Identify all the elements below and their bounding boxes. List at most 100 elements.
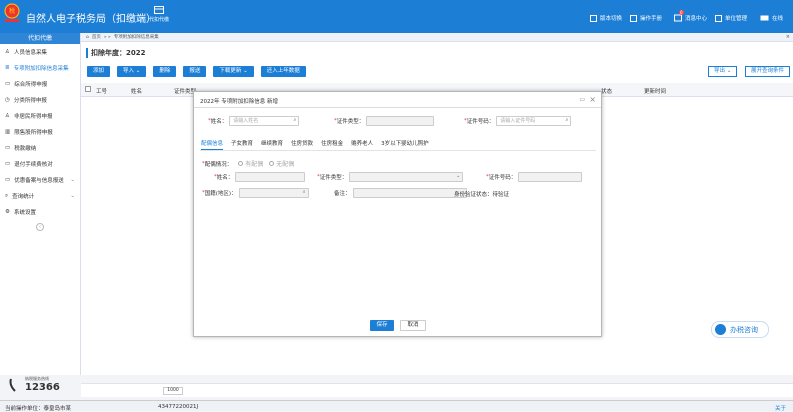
search-icon: ⌕ — [565, 117, 569, 123]
search-icon: ⌕ — [302, 189, 306, 195]
toolbar-label: 代扣代缴 — [148, 17, 169, 23]
spouse-id-number-input[interactable] — [518, 172, 583, 182]
manual-button[interactable]: 操作手册 — [630, 14, 662, 22]
sidebar-item[interactable]: ♙ 人员信息采集 — [0, 44, 80, 60]
sidebar-item-label: 限售股所得申报 — [14, 130, 53, 136]
save-button[interactable]: 保存 — [370, 320, 394, 331]
sidebar-item-label: 专项附加扣除信息采集 — [13, 66, 69, 72]
download-button[interactable]: 下载更新 ⌄ — [213, 66, 254, 77]
tab-infant[interactable]: 3岁以下婴幼儿照护 — [381, 139, 429, 150]
svg-text:税: 税 — [9, 7, 15, 15]
close-icon[interactable]: × — [589, 95, 596, 104]
dialog-title: 2022年 专项附加扣除信息 新增 — [200, 99, 278, 105]
collapse-icon[interactable]: ‹ — [36, 223, 44, 231]
tab-mortgage[interactable]: 住房贷款 — [291, 139, 313, 150]
sidebar-item[interactable]: ▭ 税款缴纳 — [0, 140, 80, 156]
sidebar-item[interactable]: ⚙ 系统设置 — [0, 204, 80, 220]
sidebar-item[interactable]: ▥ 限售股所得申报 — [0, 124, 80, 140]
chart-icon: ▥ — [5, 129, 11, 135]
sidebar-item[interactable]: ⌕ 查询统计 ⌄ — [0, 188, 80, 204]
col-header: 更新时间 — [644, 89, 667, 95]
sidebar-item[interactable]: ≣ 专项附加扣除信息采集 — [0, 60, 80, 76]
verify-status: 身份验证状态：待验证 — [454, 192, 510, 198]
add-button[interactable]: 添加 — [87, 66, 111, 77]
sidebar-item-label: 查询统计 — [12, 194, 35, 200]
submit-button[interactable]: 报送 — [183, 66, 207, 77]
hotline: 纳税服务热线 12366 — [8, 376, 60, 393]
hotline-icon — [9, 378, 16, 392]
mail-icon — [674, 14, 682, 22]
sidebar-item-label: 人员信息采集 — [13, 50, 47, 56]
remark-input[interactable] — [352, 188, 467, 198]
delete-button[interactable]: 删除 — [153, 66, 177, 77]
monitor-icon — [760, 15, 769, 20]
tab-elderly[interactable]: 赡养老人 — [351, 139, 373, 150]
sidebar-item[interactable]: ◷ 分类所得申报 — [0, 92, 80, 108]
person-icon: ♙ — [5, 113, 10, 119]
col-header: 姓名 — [131, 89, 143, 95]
switch-icon — [590, 14, 597, 22]
building-icon — [715, 14, 722, 22]
search-icon: ⌕ — [5, 192, 9, 199]
breadcrumb: ⌂ 首页 » » 专项附加扣除信息采集 × — [81, 33, 793, 42]
tab-bar: 配偶信息 子女教育 继续教育 住房贷款 住房租金 赡养老人 3岁以下婴幼儿照护 — [201, 139, 429, 150]
online-status[interactable]: 在线 — [760, 14, 783, 22]
tab-rent[interactable]: 住房租金 — [321, 139, 343, 150]
app-title: 自然人电子税务局（扣缴端） — [26, 14, 156, 25]
close-tab-icon[interactable]: × — [786, 34, 790, 40]
spouse-id-type-select[interactable]: ⌄ — [349, 172, 464, 182]
sidebar-item-label: 非居民所得申报 — [13, 114, 53, 120]
sidebar-item[interactable]: ▭ 退付手续费核对 — [0, 156, 80, 172]
export-button[interactable]: 导出 ⌄ — [708, 66, 738, 77]
doc-icon: ▭ — [5, 161, 11, 167]
sidebar-item-label: 系统设置 — [13, 210, 36, 216]
maximize-icon[interactable]: ▭ — [579, 96, 585, 103]
radio-no-spouse[interactable] — [269, 161, 275, 166]
sidebar-item-label: 税款缴纳 — [14, 146, 37, 152]
unit-manage-button[interactable]: 单位管理 — [715, 14, 747, 22]
book-icon — [630, 14, 637, 22]
sidebar-item[interactable]: ▭ 综合所得申报 — [0, 76, 80, 92]
chevron-down-icon: ⌄ — [456, 173, 461, 179]
chevron-down-icon: ⌄ — [70, 177, 75, 183]
cancel-button[interactable]: 取消 — [400, 320, 426, 331]
pager: 1000 — [81, 383, 793, 397]
gear-icon: ⚙ — [5, 209, 10, 215]
tab-children[interactable]: 子女教育 — [231, 139, 253, 150]
import-button[interactable]: 导入 ⌄ — [117, 66, 147, 77]
person-icon: ♙ — [5, 49, 10, 55]
select-all-checkbox[interactable] — [85, 86, 91, 92]
message-center-button[interactable]: 0 消息中心 — [674, 10, 707, 22]
expand-query-button[interactable]: 展开查询条件 — [745, 66, 791, 77]
chevron-down-icon: ⌄ — [70, 193, 75, 199]
page-title: 扣除年度：2022 — [86, 48, 145, 58]
tab-spouse[interactable]: 配偶信息 — [201, 139, 224, 150]
doc-icon: ▭ — [5, 145, 11, 151]
id-number-input[interactable]: 请输入证件号码 ⌕ — [496, 116, 572, 126]
carry-forward-button[interactable]: 还入上年数据 — [260, 66, 306, 77]
radio-has-spouse[interactable] — [238, 161, 244, 166]
tab-continuing-edu[interactable]: 继续教育 — [261, 139, 283, 150]
breadcrumb-home[interactable]: 首页 — [92, 34, 101, 40]
page-size-select[interactable]: 1000 — [163, 387, 183, 395]
tax-id: 43477220021J — [158, 404, 199, 410]
name-input[interactable]: 请输入姓名 ⌕ — [229, 116, 300, 126]
search-icon: ⌕ — [293, 117, 297, 123]
add-dialog: 2022年 专项附加扣除信息 新增 ▭ × * 姓名： 请输入姓名 ⌕ * 证件类型： … — [193, 91, 602, 337]
sidebar-item[interactable]: ▭ 优惠备案与信息报送 ⌄ — [0, 172, 80, 188]
toolbar-withhold-button[interactable]: 代扣代缴 — [144, 5, 174, 23]
id-type-select[interactable] — [366, 116, 435, 126]
tax-emblem-icon: 税 — [4, 3, 20, 22]
version-switch-button[interactable]: 版本切换 — [590, 14, 622, 22]
message-badge: 0 — [679, 10, 684, 15]
sidebar-item[interactable]: ♙ 非居民所得申报 — [0, 108, 80, 124]
nationality-input[interactable]: ⌕ — [238, 188, 309, 198]
chat-icon — [715, 324, 726, 335]
tax-consult-button[interactable]: 办税咨询 — [711, 321, 769, 338]
doc-icon: ▭ — [5, 177, 11, 183]
spouse-name-input[interactable] — [235, 172, 306, 182]
app-header: 税 自然人电子税务局（扣缴端） 代扣代缴 版本切换 操作手册 0 消息中心 单位管… — [0, 0, 793, 33]
home-icon[interactable]: ⌂ — [86, 35, 89, 40]
list-icon: ≣ — [5, 65, 10, 71]
clock-icon: ◷ — [5, 97, 10, 103]
